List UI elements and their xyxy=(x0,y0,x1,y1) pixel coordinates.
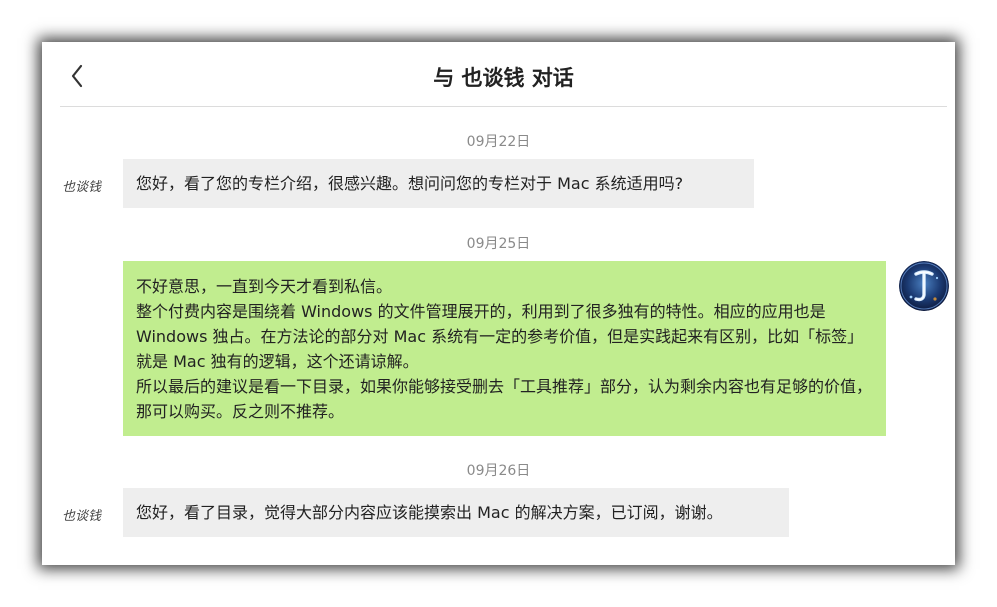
date-separator: 09月26日 xyxy=(466,463,531,479)
sender-name: 也谈钱 xyxy=(62,180,102,195)
chat-header: 与 也谈钱 对话 xyxy=(60,42,947,107)
message-bubble-outgoing[interactable]: 不好意思，一直到今天才看到私信。 整个付费内容是围绕着 Windows 的文件管… xyxy=(123,261,886,436)
message-line: 不好意思，一直到今天才看到私信。 xyxy=(136,277,393,296)
user-avatar-icon[interactable] xyxy=(899,261,949,311)
sender-name: 也谈钱 xyxy=(62,509,102,524)
message-line: 所以最后的建议是看一下目录，如果你能够接受删去「工具推荐」部分，认为剩余内容也有… xyxy=(136,377,873,421)
chat-window: 与 也谈钱 对话 09月22日 也谈钱 您好，看了您的专栏介绍，很感兴趣。想问问… xyxy=(42,42,955,565)
message-bubble-incoming[interactable]: 您好，看了目录，觉得大部分内容应该能摸索出 Mac 的解决方案，已订阅，谢谢。 xyxy=(123,488,789,537)
message-line: 整个付费内容是围绕着 Windows 的文件管理展开的，利用到了很多独有的特性。… xyxy=(136,302,864,371)
date-separator: 09月22日 xyxy=(466,134,531,150)
message-bubble-incoming[interactable]: 您好，看了您的专栏介绍，很感兴趣。想问问您的专栏对于 Mac 系统适用吗? xyxy=(123,159,754,208)
page-title: 与 也谈钱 对话 xyxy=(433,66,574,90)
date-separator: 09月25日 xyxy=(466,236,531,252)
